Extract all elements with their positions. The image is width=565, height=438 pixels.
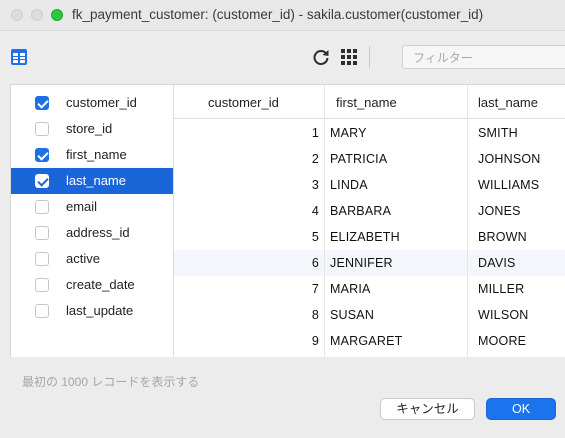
content-panel: customer_id store_id first_name last_nameem… bbox=[10, 84, 565, 357]
header-first-name[interactable]: first_name bbox=[336, 95, 397, 110]
table-row[interactable]: 5 ELIZABETH BROWN bbox=[174, 224, 565, 250]
column-label: last_name bbox=[66, 173, 126, 188]
column-divider bbox=[324, 85, 325, 357]
cell-first-name: PATRICIA bbox=[330, 152, 388, 166]
column-list-item[interactable]: active bbox=[11, 246, 173, 272]
cell-customer-id: 8 bbox=[311, 308, 319, 322]
table-row[interactable]: 8 SUSAN WILSON bbox=[174, 302, 565, 328]
header-last-name[interactable]: last_name bbox=[478, 95, 538, 110]
cell-last-name: MILLER bbox=[478, 282, 525, 296]
column-list: customer_id store_id first_name last_nameem… bbox=[11, 85, 174, 357]
table-row[interactable]: 3 LINDA WILLIAMS bbox=[174, 172, 565, 198]
cell-first-name: MARIA bbox=[330, 282, 371, 296]
column-checkbox[interactable] bbox=[35, 122, 49, 136]
cell-last-name: WILSON bbox=[478, 308, 529, 322]
table-row[interactable]: 2 PATRICIA JOHNSON bbox=[174, 146, 565, 172]
column-list-item[interactable]: first_name bbox=[11, 142, 173, 168]
table-row[interactable]: 4 BARBARA JONES bbox=[174, 198, 565, 224]
cell-customer-id: 6 bbox=[311, 256, 319, 270]
column-list-item[interactable]: address_id bbox=[11, 220, 173, 246]
column-list-item[interactable]: customer_id bbox=[11, 90, 173, 116]
cell-customer-id: 3 bbox=[311, 178, 319, 192]
table-row[interactable]: 7 MARIA MILLER bbox=[174, 276, 565, 302]
toolbar: フィルター bbox=[0, 31, 565, 84]
toolbar-divider bbox=[369, 46, 370, 68]
ok-button[interactable]: OK bbox=[486, 398, 556, 420]
cell-first-name: ELIZABETH bbox=[330, 230, 400, 244]
column-label: email bbox=[66, 199, 98, 214]
column-label: create_date bbox=[66, 277, 135, 292]
table-row[interactable]: 1 MARY SMITH bbox=[174, 120, 565, 146]
column-list-item[interactable]: create_date bbox=[11, 272, 173, 298]
cell-first-name: BARBARA bbox=[330, 204, 392, 218]
cell-customer-id: 9 bbox=[311, 334, 319, 348]
cell-last-name: BROWN bbox=[478, 230, 527, 244]
filter-input[interactable]: フィルター bbox=[402, 45, 565, 69]
cell-customer-id: 2 bbox=[311, 152, 319, 166]
column-label: address_id bbox=[66, 225, 130, 240]
title-bar: fk_payment_customer: (customer_id) - sak… bbox=[0, 0, 565, 31]
close-window-button[interactable] bbox=[11, 9, 23, 21]
cell-customer-id: 4 bbox=[311, 204, 319, 218]
cell-customer-id: 5 bbox=[311, 230, 319, 244]
zoom-window-button[interactable] bbox=[51, 9, 63, 21]
column-checkbox[interactable] bbox=[35, 96, 49, 110]
cell-last-name: WILLIAMS bbox=[478, 178, 540, 192]
cell-last-name: MOORE bbox=[478, 334, 527, 348]
column-list-item[interactable]: last_name bbox=[11, 168, 173, 194]
column-list-item[interactable]: store_id bbox=[11, 116, 173, 142]
cell-first-name: JENNIFER bbox=[330, 256, 393, 270]
column-label: customer_id bbox=[66, 95, 137, 110]
column-label: store_id bbox=[66, 121, 113, 136]
cell-first-name: MARGARET bbox=[330, 334, 403, 348]
column-label: active bbox=[66, 251, 100, 266]
cell-last-name: SMITH bbox=[478, 126, 518, 140]
table-row[interactable]: 9 MARGARET MOORE bbox=[174, 328, 565, 354]
cell-first-name: MARY bbox=[330, 126, 367, 140]
column-checkbox[interactable] bbox=[35, 304, 49, 318]
column-list-item[interactable]: email bbox=[11, 194, 173, 220]
column-checkbox[interactable] bbox=[35, 226, 49, 240]
column-checkbox[interactable] bbox=[35, 174, 49, 188]
cell-first-name: LINDA bbox=[330, 178, 368, 192]
record-limit-info: 最初の 1000 レコードを表示する bbox=[22, 375, 200, 389]
cell-first-name: SUSAN bbox=[330, 308, 375, 322]
cancel-button[interactable]: キャンセル bbox=[380, 398, 475, 420]
cell-last-name: JONES bbox=[478, 204, 521, 218]
column-checkbox[interactable] bbox=[35, 200, 49, 214]
refresh-icon[interactable] bbox=[311, 47, 331, 67]
grid-icon[interactable] bbox=[340, 48, 358, 66]
column-list-item[interactable]: last_update bbox=[11, 298, 173, 324]
column-label: last_update bbox=[66, 303, 134, 318]
window-title: fk_payment_customer: (customer_id) - sak… bbox=[72, 7, 484, 22]
column-label: first_name bbox=[66, 147, 127, 162]
column-checkbox[interactable] bbox=[35, 278, 49, 292]
column-checkbox[interactable] bbox=[35, 252, 49, 266]
table-header: customer_id first_name last_name bbox=[174, 85, 565, 119]
table-row[interactable]: 6 JENNIFER DAVIS bbox=[174, 250, 565, 276]
columns-icon[interactable] bbox=[10, 48, 28, 66]
data-table: customer_id first_name last_name 1 MARY SM… bbox=[174, 85, 565, 357]
cell-customer-id: 7 bbox=[311, 282, 319, 296]
cell-last-name: JOHNSON bbox=[478, 152, 541, 166]
cell-customer-id: 1 bbox=[311, 126, 319, 140]
cell-last-name: DAVIS bbox=[478, 256, 516, 270]
column-checkbox[interactable] bbox=[35, 148, 49, 162]
header-customer-id[interactable]: customer_id bbox=[208, 95, 279, 110]
column-divider bbox=[467, 85, 468, 357]
minimize-window-button[interactable] bbox=[31, 9, 43, 21]
